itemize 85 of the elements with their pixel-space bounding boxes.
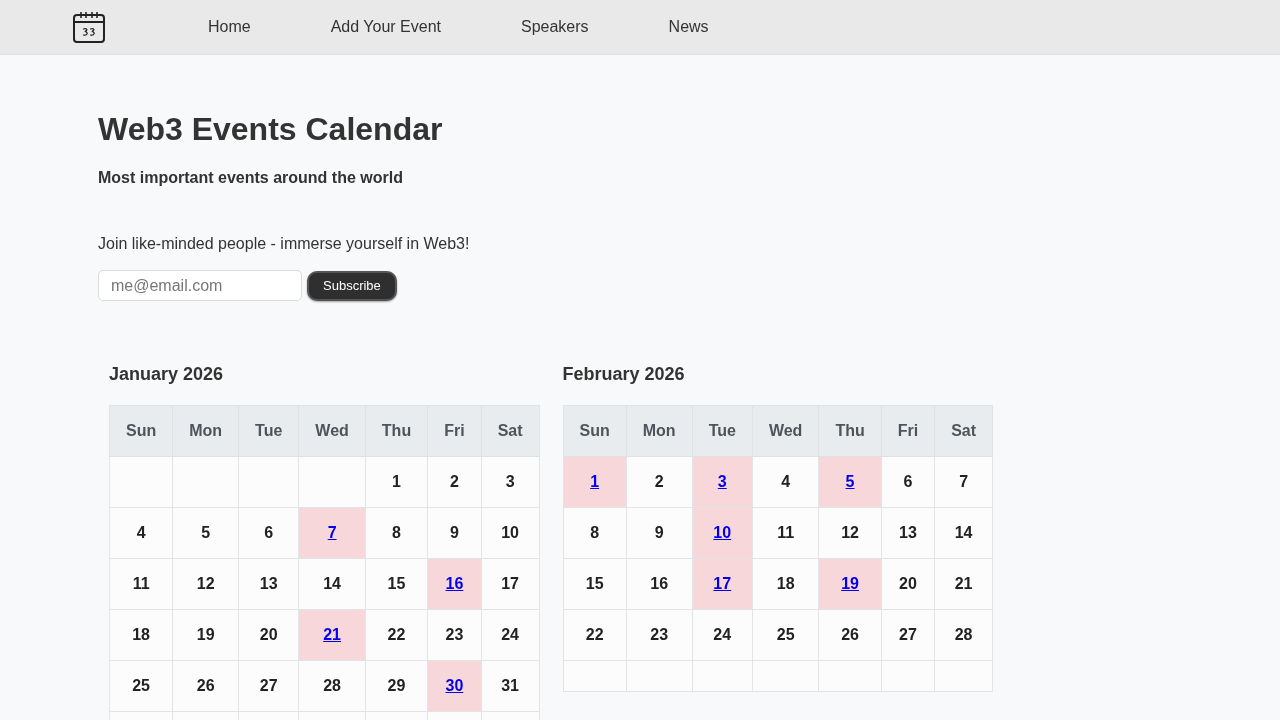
day-link[interactable]: 17 xyxy=(713,575,732,592)
day-cell: 27 xyxy=(238,660,299,712)
weekday-header: Sun xyxy=(563,405,627,457)
day-link[interactable]: 3 xyxy=(717,473,727,490)
day-cell: 9 xyxy=(626,507,693,559)
day-link[interactable]: 21 xyxy=(323,626,341,643)
weekday-header: Wed xyxy=(298,405,366,457)
weekday-header: Sun xyxy=(109,405,173,457)
day-cell: 27 xyxy=(881,609,935,661)
nav-link[interactable]: Speakers xyxy=(521,17,589,37)
weekday-header: Fri xyxy=(427,405,482,457)
weekday-header: Sat xyxy=(481,405,540,457)
subscribe-button[interactable]: Subscribe xyxy=(307,270,397,301)
day-cell: 10 xyxy=(481,507,540,559)
day-cell: 4 xyxy=(109,507,173,559)
day-cell: 12 xyxy=(818,507,882,559)
day-cell: 2 xyxy=(427,456,482,508)
day-cell: 21 xyxy=(934,558,993,610)
month-title: January 2026 xyxy=(109,363,225,385)
day-cell: 22 xyxy=(563,609,627,661)
weekday-header: Tue xyxy=(238,405,299,457)
day-link[interactable]: 19 xyxy=(841,575,859,592)
day-cell: 23 xyxy=(626,609,693,661)
page-title: Web3 Events Calendar xyxy=(98,111,443,148)
day-link[interactable]: 1 xyxy=(590,473,600,490)
day-cell: 6 xyxy=(881,456,935,508)
day-cell: 16 xyxy=(626,558,693,610)
day-cell: 17 xyxy=(481,558,540,610)
day-cell: 25 xyxy=(752,609,819,661)
day-cell: 23 xyxy=(427,609,482,661)
day-cell: 6 xyxy=(238,507,299,559)
weekday-header: Tue xyxy=(692,405,753,457)
day-cell: 26 xyxy=(172,660,239,712)
email-input-field[interactable]: me@email.com xyxy=(98,270,302,301)
day-link[interactable]: 16 xyxy=(445,575,464,592)
day-link[interactable]: 7 xyxy=(327,524,337,541)
day-cell: 26 xyxy=(818,609,882,661)
day-cell: 2 xyxy=(626,456,693,508)
day-link[interactable]: 5 xyxy=(845,473,855,490)
weekday-header: Thu xyxy=(818,405,882,457)
weekday-header: Wed xyxy=(752,405,819,457)
day-cell: 3 xyxy=(481,456,540,508)
weekday-header: Fri xyxy=(881,405,935,457)
day-cell: 31 xyxy=(481,660,540,712)
day-cell: 1 xyxy=(365,456,428,508)
day-cell: 24 xyxy=(481,609,540,661)
day-cell: 14 xyxy=(298,558,366,610)
day-cell: 15 xyxy=(563,558,627,610)
day-cell: 12 xyxy=(172,558,239,610)
day-cell: 8 xyxy=(365,507,428,559)
month-title: February 2026 xyxy=(562,363,686,385)
day-cell: 29 xyxy=(365,660,428,712)
day-cell: 4 xyxy=(752,456,819,508)
day-cell: 7 xyxy=(934,456,993,508)
calendar-logo-icon[interactable] xyxy=(73,11,105,43)
day-cell: 20 xyxy=(881,558,935,610)
day-cell: 28 xyxy=(934,609,993,661)
day-cell: 20 xyxy=(238,609,299,661)
day-cell: 18 xyxy=(752,558,819,610)
page-subtitle: Most important events around the world xyxy=(98,168,403,188)
nav-link[interactable]: Add Your Event xyxy=(330,17,441,37)
weekday-header: Mon xyxy=(172,405,239,457)
day-cell: 13 xyxy=(238,558,299,610)
day-cell: 15 xyxy=(365,558,428,610)
day-cell: 8 xyxy=(563,507,627,559)
day-cell: 24 xyxy=(692,609,753,661)
weekday-header: Mon xyxy=(626,405,693,457)
nav-link[interactable]: News xyxy=(668,17,709,37)
weekday-header: Sat xyxy=(934,405,993,457)
day-cell: 11 xyxy=(109,558,173,610)
day-cell: 22 xyxy=(365,609,428,661)
day-cell: 11 xyxy=(752,507,819,559)
day-cell: 28 xyxy=(298,660,366,712)
day-cell: 5 xyxy=(172,507,239,559)
day-cell: 14 xyxy=(934,507,993,559)
day-link[interactable]: 30 xyxy=(445,677,464,694)
day-cell: 9 xyxy=(427,507,482,559)
day-cell: 18 xyxy=(109,609,173,661)
nav-link[interactable]: Home xyxy=(208,17,251,37)
weekday-header: Thu xyxy=(365,405,428,457)
day-cell: 25 xyxy=(109,660,173,712)
day-cell: 13 xyxy=(881,507,935,559)
subscribe-prompt: Join like-minded people - immerse yourself in Web3! xyxy=(98,234,470,254)
day-link[interactable]: 10 xyxy=(713,524,732,541)
day-cell: 19 xyxy=(172,609,239,661)
